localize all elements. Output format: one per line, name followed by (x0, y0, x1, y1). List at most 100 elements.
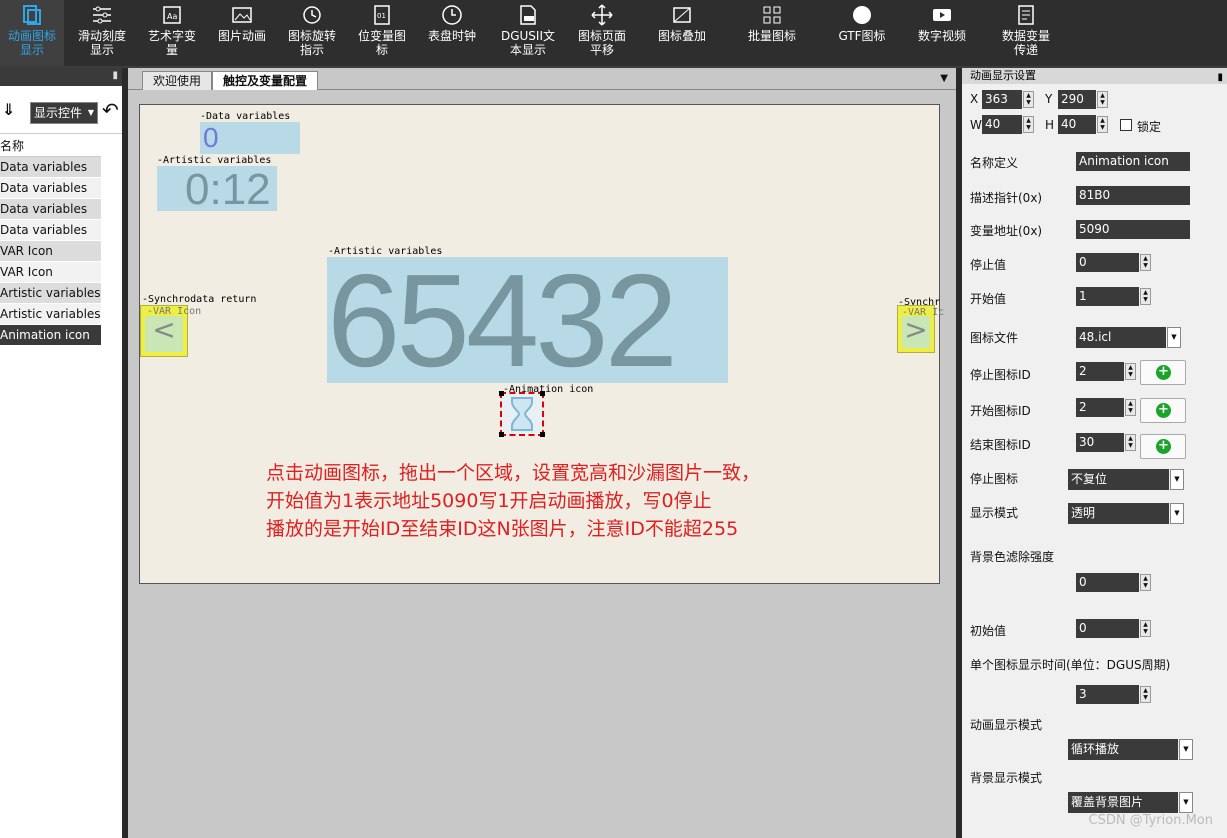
widget-label: -Synchrodata return (142, 294, 257, 305)
controls-panel-title: ▮ (0, 68, 122, 86)
undo-icon[interactable]: ↶ (102, 98, 119, 122)
list-item[interactable]: VAR Icon (0, 262, 101, 283)
resize-handle[interactable] (540, 391, 545, 396)
control-type-dropdown[interactable]: 显示控件 ▼ (30, 102, 98, 124)
anim-mode-select[interactable]: 循环播放 (1068, 739, 1178, 760)
toolbar-art-text-button[interactable]: Aa 艺术字变 量 (140, 0, 204, 66)
toolbar-slider-button[interactable]: 滑动刻度 显示 (70, 0, 134, 66)
x-spinner[interactable]: ▲ ▼ (1023, 91, 1034, 108)
h-label: H (1045, 118, 1055, 132)
single-time-input[interactable]: 3 (1076, 685, 1139, 704)
chevron-down-icon: ▼ (87, 108, 94, 117)
list-item-selected[interactable]: Animation icon (0, 325, 101, 346)
list-item[interactable]: VAR Icon (0, 241, 101, 262)
end-icon-id-label: 结束图标ID (970, 438, 1031, 452)
controls-panel: ▮ ⇓ 显示控件 ▼ ↶ 名称 Data variables Data varia… (0, 68, 122, 838)
x-label: X (970, 92, 979, 106)
list-item[interactable]: Data variables (0, 220, 101, 241)
stop-icon-select[interactable]: 不复位 (1068, 469, 1169, 490)
toolbar-data-transfer-button[interactable]: 数据变量 传递 (992, 0, 1060, 66)
init-value-input[interactable]: 0 (1076, 619, 1139, 638)
rotate-icon (300, 3, 324, 27)
lock-label: 锁定 (1137, 120, 1162, 134)
init-value-spinner[interactable]: ▲ ▼ (1140, 620, 1151, 637)
note-line: 播放的是开始ID至结束ID这N张图片，注意ID不能超255 (266, 518, 739, 540)
lock-checkbox[interactable] (1120, 119, 1132, 131)
toolbar-bit-var-button[interactable]: 01 位变量图 标 (350, 0, 414, 66)
w-input[interactable]: 40 (982, 115, 1022, 134)
end-icon-id-spinner[interactable]: ▲ ▼ (1125, 434, 1136, 451)
stop-value-spinner[interactable]: ▲ ▼ (1140, 254, 1151, 271)
bg-filter-input[interactable]: 0 (1076, 573, 1139, 592)
bg-mode-select[interactable]: 覆盖背景图片 (1068, 792, 1178, 813)
y-input[interactable]: 290 (1058, 90, 1096, 109)
toolbar-animation-icon-button[interactable]: 动画图标 显示 (0, 0, 64, 66)
start-icon-id-input[interactable]: 2 (1076, 398, 1124, 417)
h-input[interactable]: 40 (1058, 115, 1096, 134)
single-time-spinner[interactable]: ▲ ▼ (1140, 686, 1151, 703)
start-value-spinner[interactable]: ▲ ▼ (1140, 288, 1151, 305)
end-icon-id-input[interactable]: 30 (1076, 433, 1124, 452)
toolbar-batch-button[interactable]: 批量图标 (738, 0, 806, 66)
name-input[interactable]: Animation icon (1076, 152, 1190, 171)
var-addr-input[interactable]: 5090 (1076, 220, 1190, 239)
toolbar-move-button[interactable]: 图标页面 平移 (570, 0, 634, 66)
stop-value-input[interactable]: 0 (1076, 253, 1139, 272)
batch-icon (760, 3, 784, 27)
toolbar-picture-anim-button[interactable]: 图片动画 (210, 0, 274, 66)
control-list: 名称 Data variables Data variables Data va… (0, 136, 101, 346)
list-item[interactable]: Data variables (0, 178, 101, 199)
end-icon-add-button[interactable]: + (1140, 434, 1186, 459)
start-icon-add-button[interactable]: + (1140, 398, 1186, 423)
stop-icon-id-spinner[interactable]: ▲ ▼ (1125, 363, 1136, 380)
list-item[interactable]: Artistic variables (0, 304, 101, 325)
stop-icon-id-input[interactable]: 2 (1076, 362, 1124, 381)
tab-touch-config[interactable]: 触控及变量配置 (212, 71, 319, 90)
bg-filter-spinner[interactable]: ▲ ▼ (1140, 574, 1151, 591)
control-type-dropdown-value: 显示控件 (34, 106, 83, 120)
toolbar-text-display-button[interactable]: DGUSII文 本显示 (494, 0, 562, 66)
design-canvas[interactable]: -Data variables 0 -Artistic variables 0:… (139, 104, 944, 584)
name-label: 名称定义 (970, 156, 1019, 170)
toolbar-gtf-button[interactable]: GTF图标 (828, 0, 896, 66)
animation-icon (20, 3, 44, 27)
toolbar-overlay-button[interactable]: 图标叠加 (648, 0, 716, 66)
x-input[interactable]: 363 (982, 90, 1022, 109)
toolbar-video-button[interactable]: 数字视频 (908, 0, 976, 66)
resize-handle[interactable] (499, 432, 504, 437)
chevron-down-icon[interactable]: ▼ (1167, 327, 1181, 348)
icon-file-select[interactable]: 48.icl (1076, 327, 1166, 348)
toolbar-label: 数字视频 (917, 29, 966, 43)
w-spinner[interactable]: ▲ ▼ (1023, 116, 1034, 133)
pin-icon[interactable]: ▮ (1217, 70, 1223, 86)
list-item[interactable]: Artistic variables (0, 283, 101, 304)
collapse-chevron-icon[interactable]: ⇓ (2, 100, 22, 122)
bit-var-icon: 01 (370, 3, 394, 27)
toolbar-clock-button[interactable]: 表盘时钟 (420, 0, 484, 66)
resize-handle[interactable] (540, 432, 545, 437)
data-variable-widget[interactable]: 0 (200, 122, 300, 154)
desc-ptr-input[interactable]: 81B0 (1076, 186, 1190, 205)
chevron-down-icon[interactable]: ▼ (1179, 792, 1193, 813)
resize-handle[interactable] (499, 391, 504, 396)
list-item[interactable]: Data variables (0, 199, 101, 220)
start-icon-id-spinner[interactable]: ▲ ▼ (1125, 399, 1136, 416)
toolbar-label: 图标页面 平移 (577, 29, 626, 57)
artistic-variable-widget-large[interactable]: 65432 (327, 255, 728, 387)
artistic-variable-widget[interactable]: 0:12 (157, 166, 277, 212)
stop-icon-add-button[interactable]: + (1140, 360, 1186, 385)
chevron-down-icon[interactable]: ▼ (1179, 739, 1193, 760)
pin-icon[interactable]: ▮ (112, 70, 118, 81)
y-spinner[interactable]: ▲ ▼ (1097, 91, 1108, 108)
tab-menu-chevron-icon[interactable]: ▼ (940, 73, 948, 84)
h-spinner[interactable]: ▲ ▼ (1097, 116, 1108, 133)
animation-icon-widget[interactable] (499, 391, 545, 437)
toolbar-rotate-button[interactable]: 图标旋转 指示 (280, 0, 344, 66)
tab-welcome[interactable]: 欢迎使用 (142, 71, 213, 90)
chevron-down-icon[interactable]: ▼ (1170, 503, 1184, 524)
data-transfer-icon (1014, 3, 1038, 27)
display-mode-select[interactable]: 透明 (1068, 503, 1169, 524)
start-value-input[interactable]: 1 (1076, 287, 1139, 306)
chevron-down-icon[interactable]: ▼ (1170, 469, 1184, 490)
list-item[interactable]: Data variables (0, 157, 101, 178)
